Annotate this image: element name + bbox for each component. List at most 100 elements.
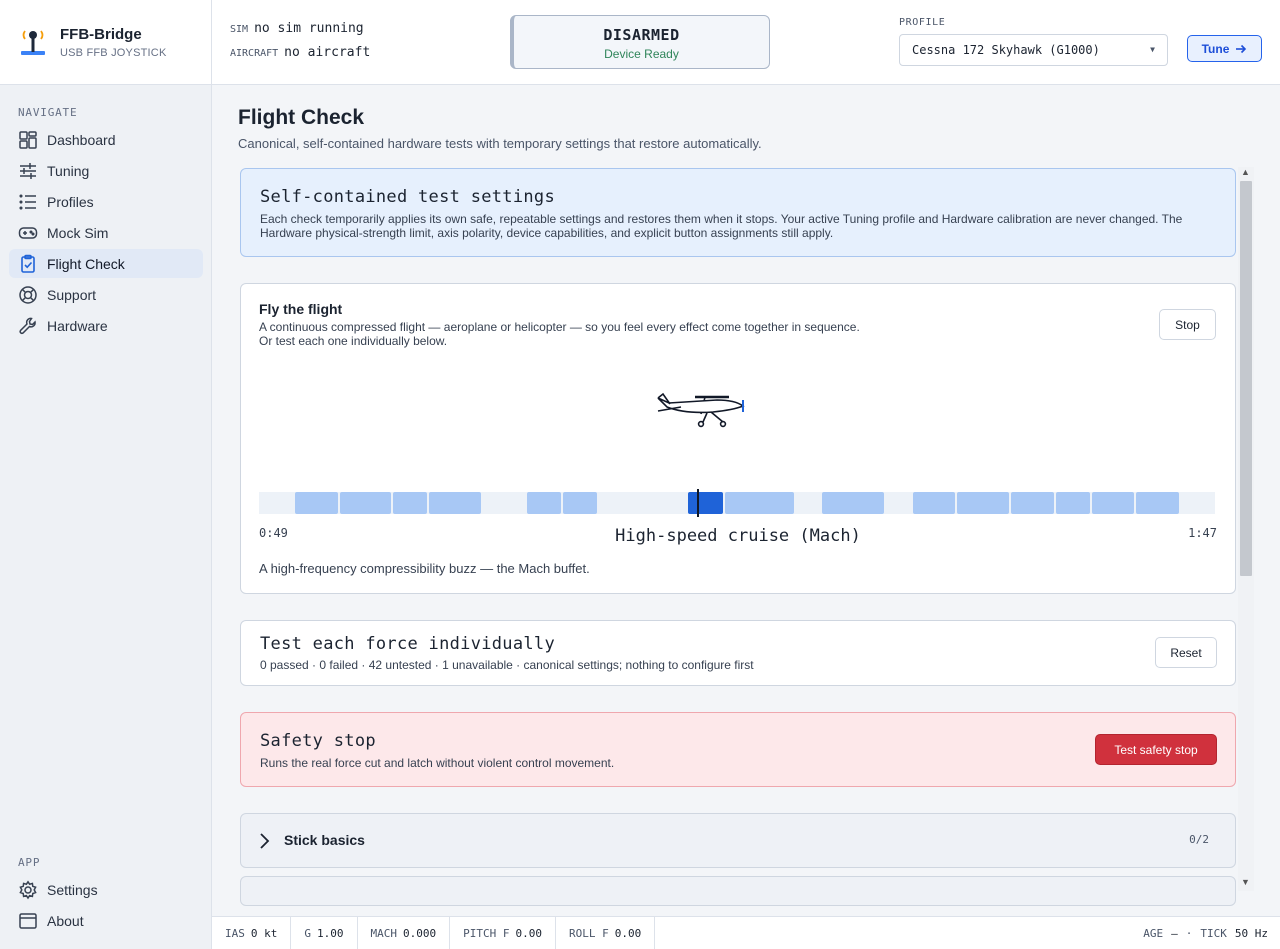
safety-card-body: Runs the real force cut and latch withou… xyxy=(260,756,615,770)
telemetry-key: G xyxy=(304,926,311,940)
safety-card-title: Safety stop xyxy=(260,731,376,751)
telemetry-value: 0.00 xyxy=(515,926,542,940)
nav-heading: NAVIGATE xyxy=(18,106,78,119)
arm-status-title: DISARMED xyxy=(603,26,680,44)
nav-item-label: Flight Check xyxy=(47,255,125,272)
aircraft-key: AIRCRAFT xyxy=(230,48,279,59)
group-count: 0/2 xyxy=(1189,833,1209,846)
nav-item-label: Support xyxy=(47,286,97,303)
nav-item-support[interactable]: Support xyxy=(9,280,203,309)
nav-item-dashboard[interactable]: Dashboard xyxy=(9,125,203,154)
nav-item-flight-check[interactable]: Flight Check xyxy=(9,249,203,278)
stop-label: Stop xyxy=(1175,317,1200,332)
profile-label: PROFILE xyxy=(899,17,946,28)
scroll-area[interactable]: Self-contained test settings Each check … xyxy=(240,167,1250,949)
timeline-segment xyxy=(1056,492,1090,514)
wrench-icon xyxy=(19,317,36,334)
timeline-segment xyxy=(393,492,427,514)
scrollbar[interactable]: ▲ ▼ xyxy=(1238,167,1254,891)
timeline-segment xyxy=(1011,492,1054,514)
fly-the-flight-card: Fly the flight A continuous compressed f… xyxy=(240,283,1236,594)
tick-value: 50 Hz xyxy=(1234,926,1268,940)
flight-card-line1: A continuous compressed flight — aeropla… xyxy=(259,320,860,334)
scroll-down-icon[interactable]: ▼ xyxy=(1241,877,1250,887)
group-title: Stick basics xyxy=(284,832,365,848)
timeline-playhead[interactable] xyxy=(697,489,699,517)
timing-status: AGE — · TICK 50 Hz xyxy=(1143,927,1280,940)
timeline-segment xyxy=(913,492,955,514)
age-value: — xyxy=(1171,926,1178,940)
profile-value: Cessna 172 Skyhawk (G1000) xyxy=(912,43,1100,57)
current-phase: High-speed cruise (Mach) xyxy=(615,526,861,546)
reset-label: Reset xyxy=(1170,645,1202,660)
profile-select[interactable]: Cessna 172 Skyhawk (G1000) ▼ xyxy=(899,34,1168,66)
nav-item-about[interactable]: About xyxy=(9,906,203,935)
telemetry-value: 0.00 xyxy=(614,926,642,940)
nav-item-tuning[interactable]: Tuning xyxy=(9,156,203,185)
safety-stop-card: Safety stop Runs the real force cut and … xyxy=(240,712,1236,787)
telemetry-key: MACH xyxy=(370,926,398,940)
telemetry-key: PITCH F xyxy=(463,926,510,940)
topbar: SIM no sim running AIRCRAFT no aircraft DI… xyxy=(212,0,1280,85)
gamepad-icon xyxy=(18,226,38,239)
telemetry-bar: IAS 0 kt G 1.00 MACH 0.000 PITCH F 0.00 ROLL… xyxy=(212,916,1280,949)
main-content: Flight Check Canonical, self-contained h… xyxy=(212,85,1280,916)
settings-info-card: Self-contained test settings Each check … xyxy=(240,168,1236,257)
timeline-segment xyxy=(429,492,481,514)
scroll-thumb[interactable] xyxy=(1240,181,1252,576)
aircraft-icon xyxy=(657,392,745,428)
flight-timeline[interactable] xyxy=(259,489,1215,517)
telemetry-value: 1.00 xyxy=(317,926,344,940)
telemetry-roll-force: ROLL F 0.00 xyxy=(556,916,656,949)
nav-item-label: Mock Sim xyxy=(47,224,109,241)
timeline-segment xyxy=(563,492,597,514)
sidebar: FFB-Bridge USB FFB JOYSTICK NAVIGATE Das… xyxy=(0,0,212,949)
gear-icon xyxy=(19,879,37,899)
timeline-segment xyxy=(1092,492,1134,514)
tune-label: Tune xyxy=(1201,41,1230,56)
sim-value: no sim running xyxy=(254,21,364,36)
nav-item-mock-sim[interactable]: Mock Sim xyxy=(9,218,203,247)
telemetry-ias: IAS 0 kt xyxy=(212,916,292,949)
nav-item-settings[interactable]: Settings xyxy=(9,875,203,904)
settings-card-body: Each check temporarily applies its own s… xyxy=(260,212,1183,240)
nav-item-profiles[interactable]: Profiles xyxy=(9,187,203,216)
flight-card-title: Fly the flight xyxy=(259,301,343,317)
chevron-right-icon[interactable] xyxy=(258,832,270,850)
telemetry-key: IAS xyxy=(225,926,245,940)
clipboard-check-icon xyxy=(21,254,35,273)
tune-button[interactable]: Tune xyxy=(1187,35,1262,62)
list-icon xyxy=(19,193,36,210)
nav-item-hardware[interactable]: Hardware xyxy=(9,311,203,340)
scroll-up-icon[interactable]: ▲ xyxy=(1241,167,1250,177)
arm-status-box: DISARMED Device Ready xyxy=(510,15,770,69)
tick-key: TICK xyxy=(1200,926,1227,940)
test-safety-stop-button[interactable]: Test safety stop xyxy=(1095,734,1217,765)
individual-card-title: Test each force individually xyxy=(260,634,555,654)
next-group-partial[interactable] xyxy=(240,876,1236,906)
nav-item-label: Settings xyxy=(47,881,98,898)
flight-card-line2: Or test each one individually below. xyxy=(259,334,448,348)
app-nav-list: Settings About xyxy=(0,875,212,937)
telemetry-key: ROLL F xyxy=(568,926,609,940)
window-icon xyxy=(19,912,37,929)
arrow-right-icon xyxy=(1236,44,1247,53)
device-status: Device Ready xyxy=(604,47,679,61)
nav-list: Dashboard Tuning Profiles Mock Sim Fligh… xyxy=(0,125,212,342)
sim-status: SIM no sim running xyxy=(230,21,364,36)
timeline-segment xyxy=(1136,492,1179,514)
nav-item-label: Dashboard xyxy=(47,131,116,148)
aircraft-status: AIRCRAFT no aircraft xyxy=(230,45,370,60)
dashboard-icon xyxy=(19,130,37,149)
stop-button[interactable]: Stop xyxy=(1159,309,1216,340)
age-key: AGE xyxy=(1143,926,1164,940)
telemetry-value: 0.000 xyxy=(403,926,437,940)
stick-basics-group[interactable]: Stick basics 0/2 xyxy=(240,813,1236,868)
timeline-segment xyxy=(725,492,794,514)
lifebuoy-icon xyxy=(19,285,37,304)
reset-button[interactable]: Reset xyxy=(1155,637,1217,668)
nav-item-label: Hardware xyxy=(47,317,108,334)
timeline-segment xyxy=(340,492,391,514)
timeline-segment xyxy=(527,492,561,514)
aircraft-value: no aircraft xyxy=(284,45,371,60)
